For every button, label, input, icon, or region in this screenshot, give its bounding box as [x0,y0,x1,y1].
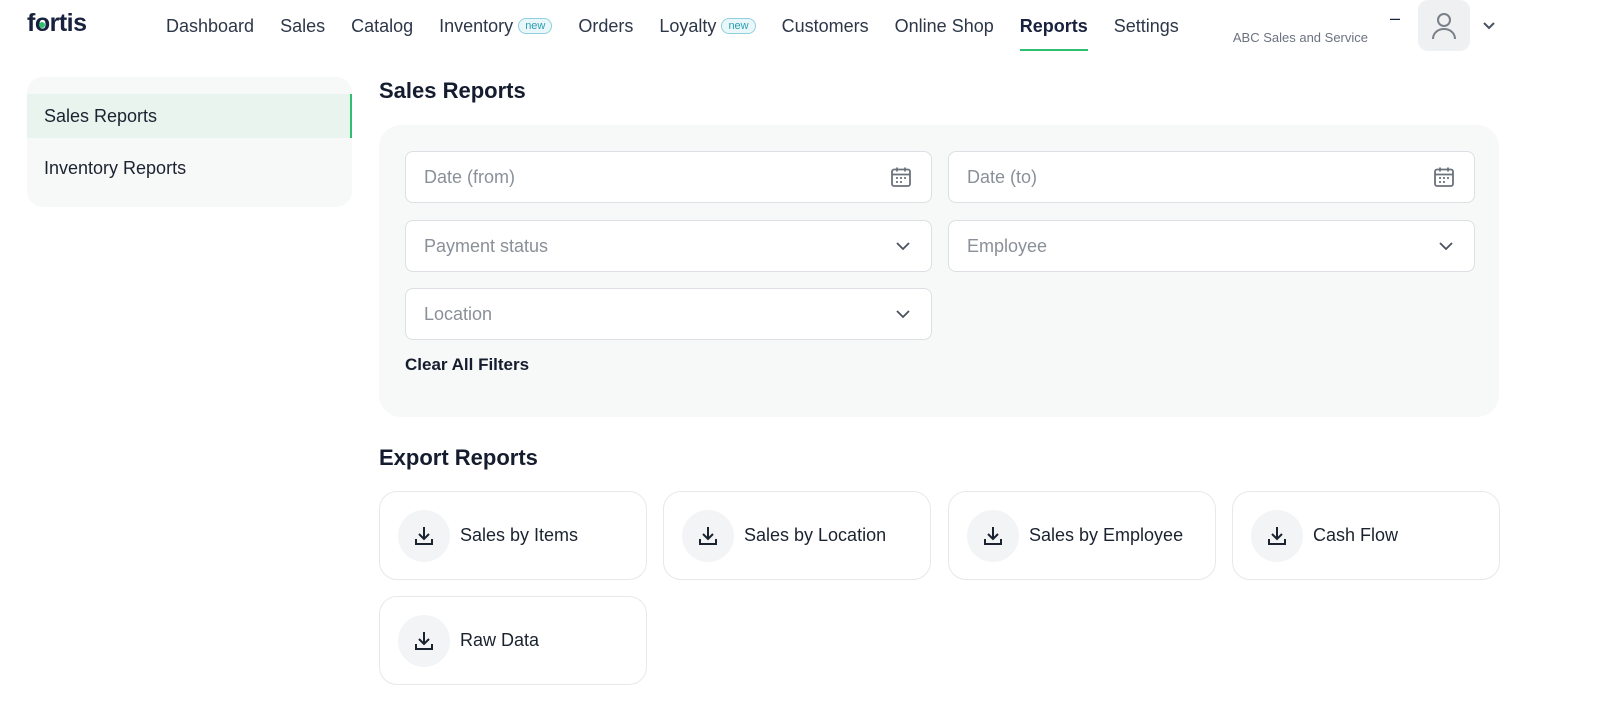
nav-label: Dashboard [166,15,255,36]
nav-label: Catalog [351,15,414,36]
sidebar-item-label: Inventory Reports [44,157,187,178]
export-sales-by-location-button[interactable]: Sales by Location [663,491,931,580]
reports-sidebar: Sales Reports Inventory Reports [27,77,352,207]
export-sales-by-items-button[interactable]: Sales by Items [379,491,647,580]
nav-item-inventory[interactable]: Inventory new [439,0,553,52]
nav-label: Online Shop [894,15,994,36]
location-select[interactable]: Location [405,288,932,340]
date-from-placeholder: Date (from) [424,166,516,187]
nav-item-reports[interactable]: Reports [1019,0,1088,52]
export-reports-title: Export Reports [379,445,538,470]
date-to-field[interactable]: Date (to) [948,151,1475,203]
nav-label: Settings [1113,15,1179,36]
nav-label: Customers [781,15,869,36]
nav-label: Orders [578,15,634,36]
chevron-down-icon[interactable] [1480,16,1498,34]
download-icon [1251,509,1303,562]
clear-all-filters-link[interactable]: Clear All Filters [405,355,529,375]
date-from-field[interactable]: Date (from) [405,151,932,203]
sidebar-item-inventory-reports[interactable]: Inventory Reports [27,146,352,190]
new-badge: new [721,18,756,34]
nav-item-dashboard[interactable]: Dashboard [166,0,254,52]
payment-status-select[interactable]: Payment status [405,220,932,272]
page-title: Sales Reports [379,78,526,103]
chevron-down-icon [1439,242,1453,251]
export-label: Sales by Items [460,525,579,545]
main-nav: Dashboard Sales Catalog Inventory new Ord… [166,0,1205,52]
export-cash-flow-button[interactable]: Cash Flow [1232,491,1500,580]
nav-item-settings[interactable]: Settings [1114,0,1179,52]
export-label: Sales by Location [744,525,887,545]
fortis-logo[interactable]: fortis [27,9,87,38]
nav-label: Reports [1019,15,1088,36]
business-name: ABC Sales and Service [1232,30,1368,45]
nav-label: Inventory [439,15,514,36]
export-raw-data-button[interactable]: Raw Data [379,596,647,685]
download-icon [682,509,734,562]
nav-item-orders[interactable]: Orders [578,0,633,52]
nav-item-sales[interactable]: Sales [280,0,325,52]
download-icon [967,509,1019,562]
export-label: Cash Flow [1313,525,1399,545]
nav-item-customers[interactable]: Customers [782,0,869,52]
calendar-icon[interactable] [1432,165,1456,189]
employee-placeholder: Employee [967,235,1048,256]
user-icon [1432,12,1456,39]
payment-status-placeholder: Payment status [424,235,549,256]
chevron-down-icon [896,242,910,251]
sidebar-item-label: Sales Reports [44,105,158,126]
export-label: Sales by Employee [1029,525,1184,545]
date-to-placeholder: Date (to) [967,166,1038,187]
export-label: Raw Data [460,630,540,650]
nav-item-catalog[interactable]: Catalog [351,0,413,52]
user-avatar-button[interactable] [1418,0,1470,51]
account-dash: – [1390,8,1401,28]
nav-item-loyalty[interactable]: Loyalty new [659,0,756,52]
download-icon [398,509,450,562]
new-badge: new [518,18,553,34]
nav-item-online-shop[interactable]: Online Shop [895,0,994,52]
calendar-icon[interactable] [889,165,913,189]
employee-select[interactable]: Employee [948,220,1475,272]
sidebar-item-sales-reports[interactable]: Sales Reports [27,94,352,138]
nav-label: Loyalty [659,15,717,36]
export-sales-by-employee-button[interactable]: Sales by Employee [948,491,1216,580]
chevron-down-icon [896,310,910,319]
nav-label: Sales [280,15,326,36]
download-icon [398,614,450,667]
location-placeholder: Location [424,303,493,324]
